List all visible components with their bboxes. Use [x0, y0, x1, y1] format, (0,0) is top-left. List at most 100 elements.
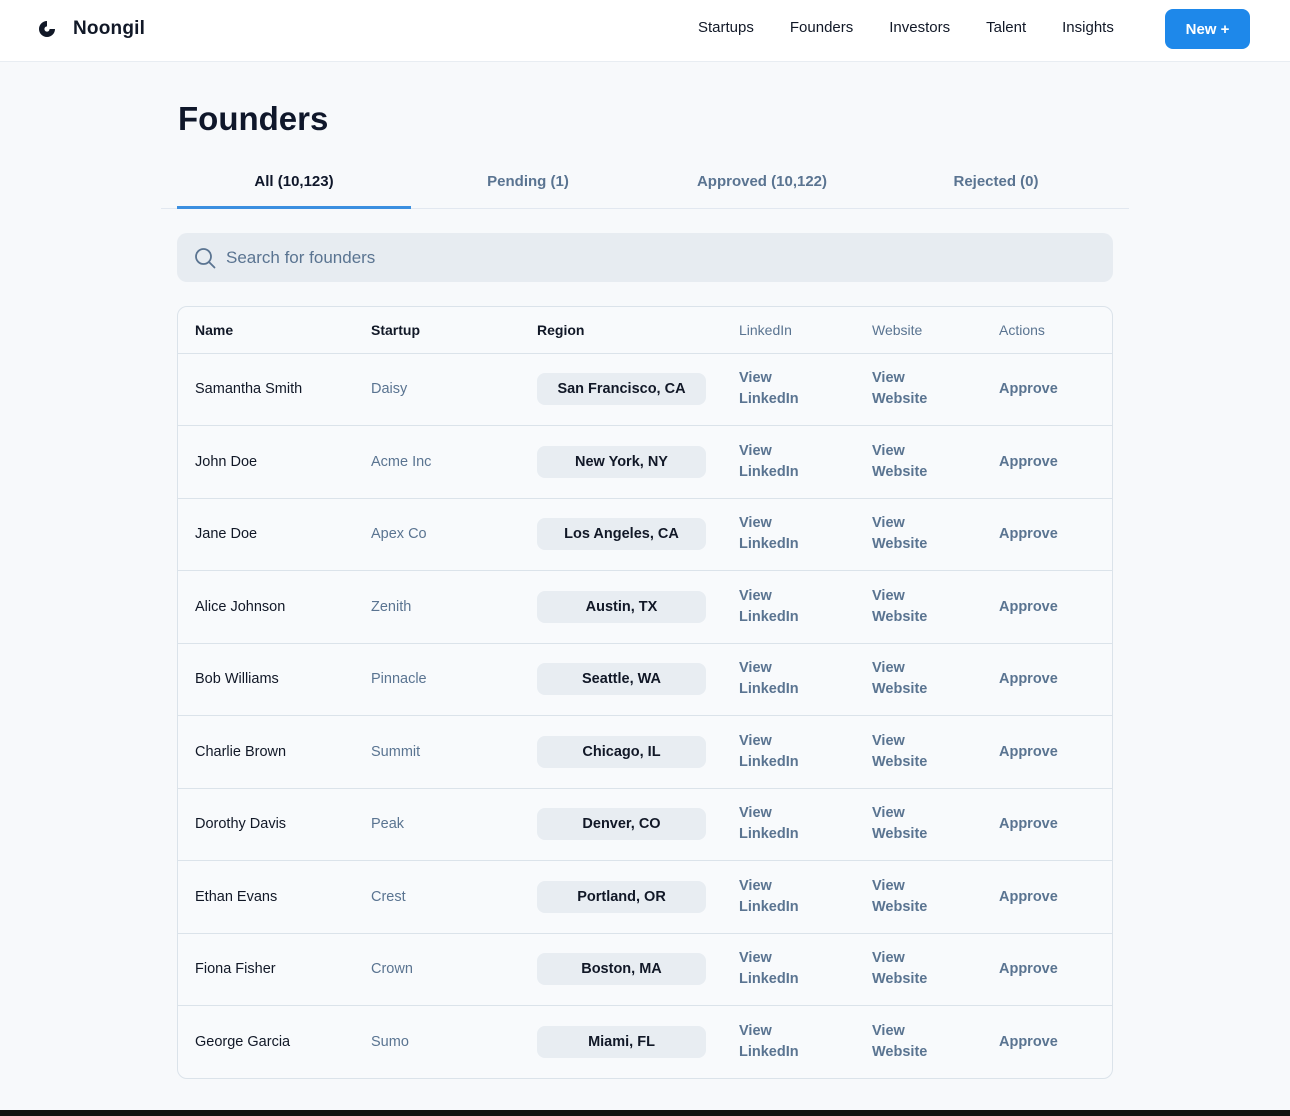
- table-row: Samantha Smith Daisy San Francisco, CA View…: [178, 353, 1112, 426]
- startup-name[interactable]: Daisy: [354, 353, 520, 426]
- actions-cell: Approve: [982, 570, 1112, 644]
- view-website-link[interactable]: View Website: [872, 1021, 962, 1063]
- column-header-name[interactable]: Name: [178, 307, 354, 354]
- founder-name[interactable]: Fiona Fisher: [178, 933, 354, 1006]
- view-linkedin-link[interactable]: View LinkedIn: [739, 658, 829, 700]
- nav-talent[interactable]: Talent: [986, 19, 1026, 36]
- founder-name[interactable]: Jane Doe: [178, 498, 354, 571]
- website-cell: View Website: [855, 498, 982, 571]
- column-header-region[interactable]: Region: [520, 307, 722, 354]
- approve-button[interactable]: Approve: [999, 526, 1058, 542]
- tab-all[interactable]: All (10,123): [177, 160, 411, 209]
- startup-name[interactable]: Summit: [354, 715, 520, 789]
- website-cell: View Website: [855, 570, 982, 644]
- founder-name[interactable]: Dorothy Davis: [178, 788, 354, 861]
- nav-insights[interactable]: Insights: [1062, 19, 1114, 36]
- column-header-startup[interactable]: Startup: [354, 307, 520, 354]
- startup-name[interactable]: Zenith: [354, 570, 520, 644]
- region-badge: Denver, CO: [537, 808, 706, 841]
- linkedin-cell: View LinkedIn: [722, 498, 855, 571]
- founders-table: Name Startup Region LinkedIn Website Act…: [177, 306, 1113, 1079]
- search-input[interactable]: [226, 233, 1113, 282]
- region-badge: New York, NY: [537, 445, 706, 478]
- search-bar[interactable]: [177, 233, 1113, 282]
- view-website-link[interactable]: View Website: [872, 368, 962, 410]
- view-linkedin-link[interactable]: View LinkedIn: [739, 368, 829, 410]
- approve-button[interactable]: Approve: [999, 744, 1058, 760]
- website-cell: View Website: [855, 353, 982, 426]
- founder-name[interactable]: Charlie Brown: [178, 715, 354, 789]
- view-website-link[interactable]: View Website: [872, 441, 962, 483]
- actions-cell: Approve: [982, 933, 1112, 1006]
- approve-button[interactable]: Approve: [999, 1034, 1058, 1050]
- region-cell: Chicago, IL: [520, 715, 722, 789]
- view-website-link[interactable]: View Website: [872, 513, 962, 555]
- approve-button[interactable]: Approve: [999, 381, 1058, 397]
- region-badge: Austin, TX: [537, 590, 706, 623]
- table-row: John Doe Acme Inc New York, NY View LinkedI…: [178, 425, 1112, 499]
- view-linkedin-link[interactable]: View LinkedIn: [739, 586, 829, 628]
- region-badge: San Francisco, CA: [537, 373, 706, 406]
- nav-startups[interactable]: Startups: [698, 19, 754, 36]
- actions-cell: Approve: [982, 715, 1112, 789]
- actions-cell: Approve: [982, 643, 1112, 716]
- brand-name: Noongil: [73, 18, 146, 39]
- founder-name[interactable]: Samantha Smith: [178, 353, 354, 426]
- linkedin-cell: View LinkedIn: [722, 788, 855, 861]
- region-badge: Boston, MA: [537, 953, 706, 986]
- approve-button[interactable]: Approve: [999, 816, 1058, 832]
- table-row: Fiona Fisher Crown Boston, MA View LinkedIn…: [178, 933, 1112, 1006]
- startup-name[interactable]: Apex Co: [354, 498, 520, 571]
- nav-founders[interactable]: Founders: [790, 19, 853, 36]
- founder-name[interactable]: John Doe: [178, 425, 354, 499]
- brand[interactable]: Noongil: [38, 17, 145, 41]
- linkedin-cell: View LinkedIn: [722, 643, 855, 716]
- new-button[interactable]: New +: [1165, 9, 1250, 49]
- founder-name[interactable]: Ethan Evans: [178, 860, 354, 934]
- tab-pending[interactable]: Pending (1): [411, 160, 645, 209]
- founder-name[interactable]: Alice Johnson: [178, 570, 354, 644]
- table-header-row: Name Startup Region LinkedIn Website Act…: [178, 307, 1112, 354]
- view-linkedin-link[interactable]: View LinkedIn: [739, 513, 829, 555]
- view-website-link[interactable]: View Website: [872, 803, 962, 845]
- website-cell: View Website: [855, 860, 982, 934]
- actions-cell: Approve: [982, 498, 1112, 571]
- startup-name[interactable]: Crest: [354, 860, 520, 934]
- nav-investors[interactable]: Investors: [889, 19, 950, 36]
- approve-button[interactable]: Approve: [999, 961, 1058, 977]
- tab-rejected[interactable]: Rejected (0): [879, 160, 1113, 209]
- approve-button[interactable]: Approve: [999, 599, 1058, 615]
- top-navigation-bar: Noongil Startups Founders Investors Tale…: [0, 0, 1290, 62]
- view-website-link[interactable]: View Website: [872, 948, 962, 990]
- view-website-link[interactable]: View Website: [872, 586, 962, 628]
- view-website-link[interactable]: View Website: [872, 731, 962, 773]
- startup-name[interactable]: Pinnacle: [354, 643, 520, 716]
- approve-button[interactable]: Approve: [999, 671, 1058, 687]
- main-nav: Startups Founders Investors Talent Insig…: [698, 19, 1150, 36]
- view-linkedin-link[interactable]: View LinkedIn: [739, 803, 829, 845]
- crescent-logo-icon: [38, 20, 56, 38]
- view-linkedin-link[interactable]: View LinkedIn: [739, 1021, 829, 1063]
- linkedin-cell: View LinkedIn: [722, 860, 855, 934]
- view-linkedin-link[interactable]: View LinkedIn: [739, 876, 829, 918]
- founder-name[interactable]: George Garcia: [178, 1006, 354, 1079]
- startup-name[interactable]: Acme Inc: [354, 425, 520, 499]
- region-badge: Los Angeles, CA: [537, 518, 706, 551]
- website-cell: View Website: [855, 1006, 982, 1079]
- search-icon: [194, 247, 216, 269]
- view-website-link[interactable]: View Website: [872, 876, 962, 918]
- startup-name[interactable]: Peak: [354, 788, 520, 861]
- view-website-link[interactable]: View Website: [872, 658, 962, 700]
- website-cell: View Website: [855, 643, 982, 716]
- founder-name[interactable]: Bob Williams: [178, 643, 354, 716]
- view-linkedin-link[interactable]: View LinkedIn: [739, 441, 829, 483]
- view-linkedin-link[interactable]: View LinkedIn: [739, 731, 829, 773]
- approve-button[interactable]: Approve: [999, 454, 1058, 470]
- startup-name[interactable]: Sumo: [354, 1006, 520, 1079]
- approve-button[interactable]: Approve: [999, 889, 1058, 905]
- startup-name[interactable]: Crown: [354, 933, 520, 1006]
- region-cell: Denver, CO: [520, 788, 722, 861]
- tab-approved[interactable]: Approved (10,122): [645, 160, 879, 209]
- website-cell: View Website: [855, 715, 982, 789]
- view-linkedin-link[interactable]: View LinkedIn: [739, 948, 829, 990]
